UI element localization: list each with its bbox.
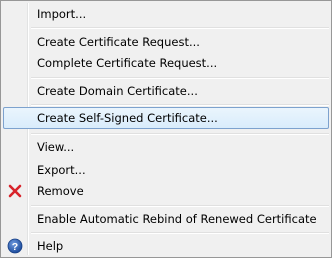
menu-item-export[interactable]: Export... <box>3 159 329 181</box>
menu-item-label: Remove <box>37 184 84 198</box>
menu-item-create-certificate-request[interactable]: Create Certificate Request... <box>3 31 329 53</box>
menu-item-remove[interactable]: Remove <box>3 180 329 202</box>
menu-item-label: Create Self-Signed Certificate... <box>37 111 218 125</box>
context-menu: Import... Create Certificate Request... … <box>0 0 332 258</box>
menu-item-create-self-signed-certificate[interactable]: Create Self-Signed Certificate... <box>3 107 329 129</box>
menu-separator <box>31 77 329 79</box>
menu-item-create-domain-certificate[interactable]: Create Domain Certificate... <box>3 80 329 102</box>
menu-item-label: Enable Automatic Rebind of Renewed Certi… <box>37 212 317 226</box>
menu-item-label: Export... <box>37 163 86 177</box>
menu-separator <box>31 232 329 234</box>
menu-item-complete-certificate-request[interactable]: Complete Certificate Request... <box>3 52 329 74</box>
menu-item-label: Import... <box>37 7 87 21</box>
menu-item-view[interactable]: View... <box>3 136 329 158</box>
menu-separator <box>31 133 329 135</box>
help-icon: ? <box>7 238 23 254</box>
menu-item-import[interactable]: Import... <box>3 3 329 25</box>
menu-item-enable-automatic-rebind[interactable]: Enable Automatic Rebind of Renewed Certi… <box>3 208 329 230</box>
menu-separator <box>31 104 329 106</box>
menu-item-label: Help <box>37 239 64 253</box>
menu-item-label: Create Domain Certificate... <box>37 84 198 98</box>
red-x-icon <box>7 183 23 199</box>
menu-item-help[interactable]: ? Help <box>3 235 329 257</box>
svg-text:?: ? <box>12 241 18 253</box>
menu-item-label: Complete Certificate Request... <box>37 56 218 70</box>
menu-separator <box>31 27 329 29</box>
menu-item-label: View... <box>37 140 75 154</box>
menu-item-label: Create Certificate Request... <box>37 35 200 49</box>
menu-separator <box>31 205 329 207</box>
